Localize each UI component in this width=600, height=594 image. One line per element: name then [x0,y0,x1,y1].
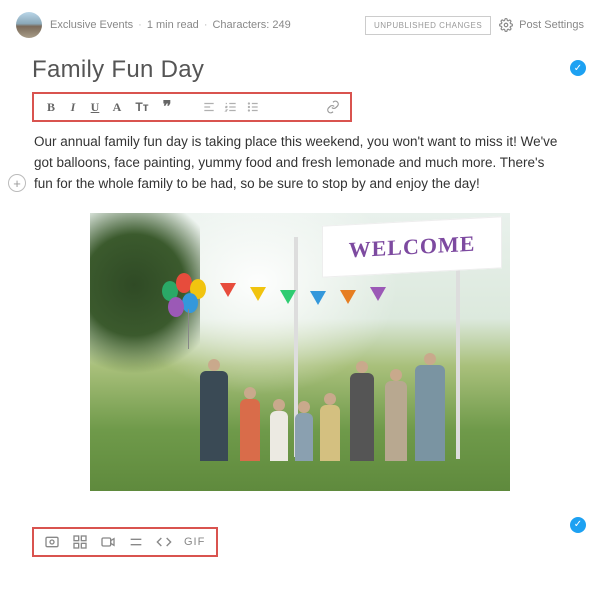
link-button[interactable] [322,96,344,118]
insert-divider-button[interactable] [128,534,144,550]
insert-html-button[interactable] [156,534,172,550]
post-settings-button[interactable]: Post Settings [499,18,584,32]
welcome-banner: WELCOME [322,216,502,277]
post-body[interactable]: Our annual family fun day is taking plac… [32,132,568,201]
italic-button[interactable]: I [62,96,84,118]
bullet-list-button[interactable] [242,96,264,118]
balloons-graphic [162,273,222,343]
quote-button[interactable]: ❞ [156,96,178,118]
separator-dot: · [136,19,144,31]
text-color-button[interactable]: A [106,96,128,118]
text-size-button[interactable]: Tт [128,96,156,118]
image-block[interactable]: WELCOME [32,201,568,499]
insert-gallery-button[interactable] [72,534,88,550]
separator-dot: · [202,19,210,31]
numbered-list-button[interactable] [220,96,242,118]
read-time: 1 min read [147,19,199,31]
align-button[interactable] [198,96,220,118]
insert-image-button[interactable] [44,534,60,550]
saved-check-icon: ✓ [570,60,586,76]
insert-media-toolbar: GIF [32,527,218,557]
post-settings-label: Post Settings [519,19,584,31]
add-block-button[interactable]: + [8,174,26,192]
underline-button[interactable]: U [84,96,106,118]
unpublished-changes-badge[interactable]: UNPUBLISHED CHANGES [365,16,491,35]
avatar[interactable] [16,12,42,38]
author-name[interactable]: Exclusive Events [50,19,133,31]
editor-content: ✓ Family Fun Day B I U A Tт ❞ + Our annu… [0,50,600,565]
editor-header: Exclusive Events · 1 min read · Characte… [0,0,600,50]
hero-image: WELCOME [90,213,510,491]
insert-gif-button[interactable]: GIF [184,536,205,548]
character-count: Characters: 249 [212,19,290,31]
post-title[interactable]: Family Fun Day [32,52,568,92]
text-format-toolbar: B I U A Tт ❞ [32,92,352,122]
insert-video-button[interactable] [100,534,116,550]
post-meta: Exclusive Events · 1 min read · Characte… [50,19,291,31]
bold-button[interactable]: B [40,96,62,118]
gear-icon [499,18,513,32]
saved-check-icon: ✓ [570,517,586,533]
